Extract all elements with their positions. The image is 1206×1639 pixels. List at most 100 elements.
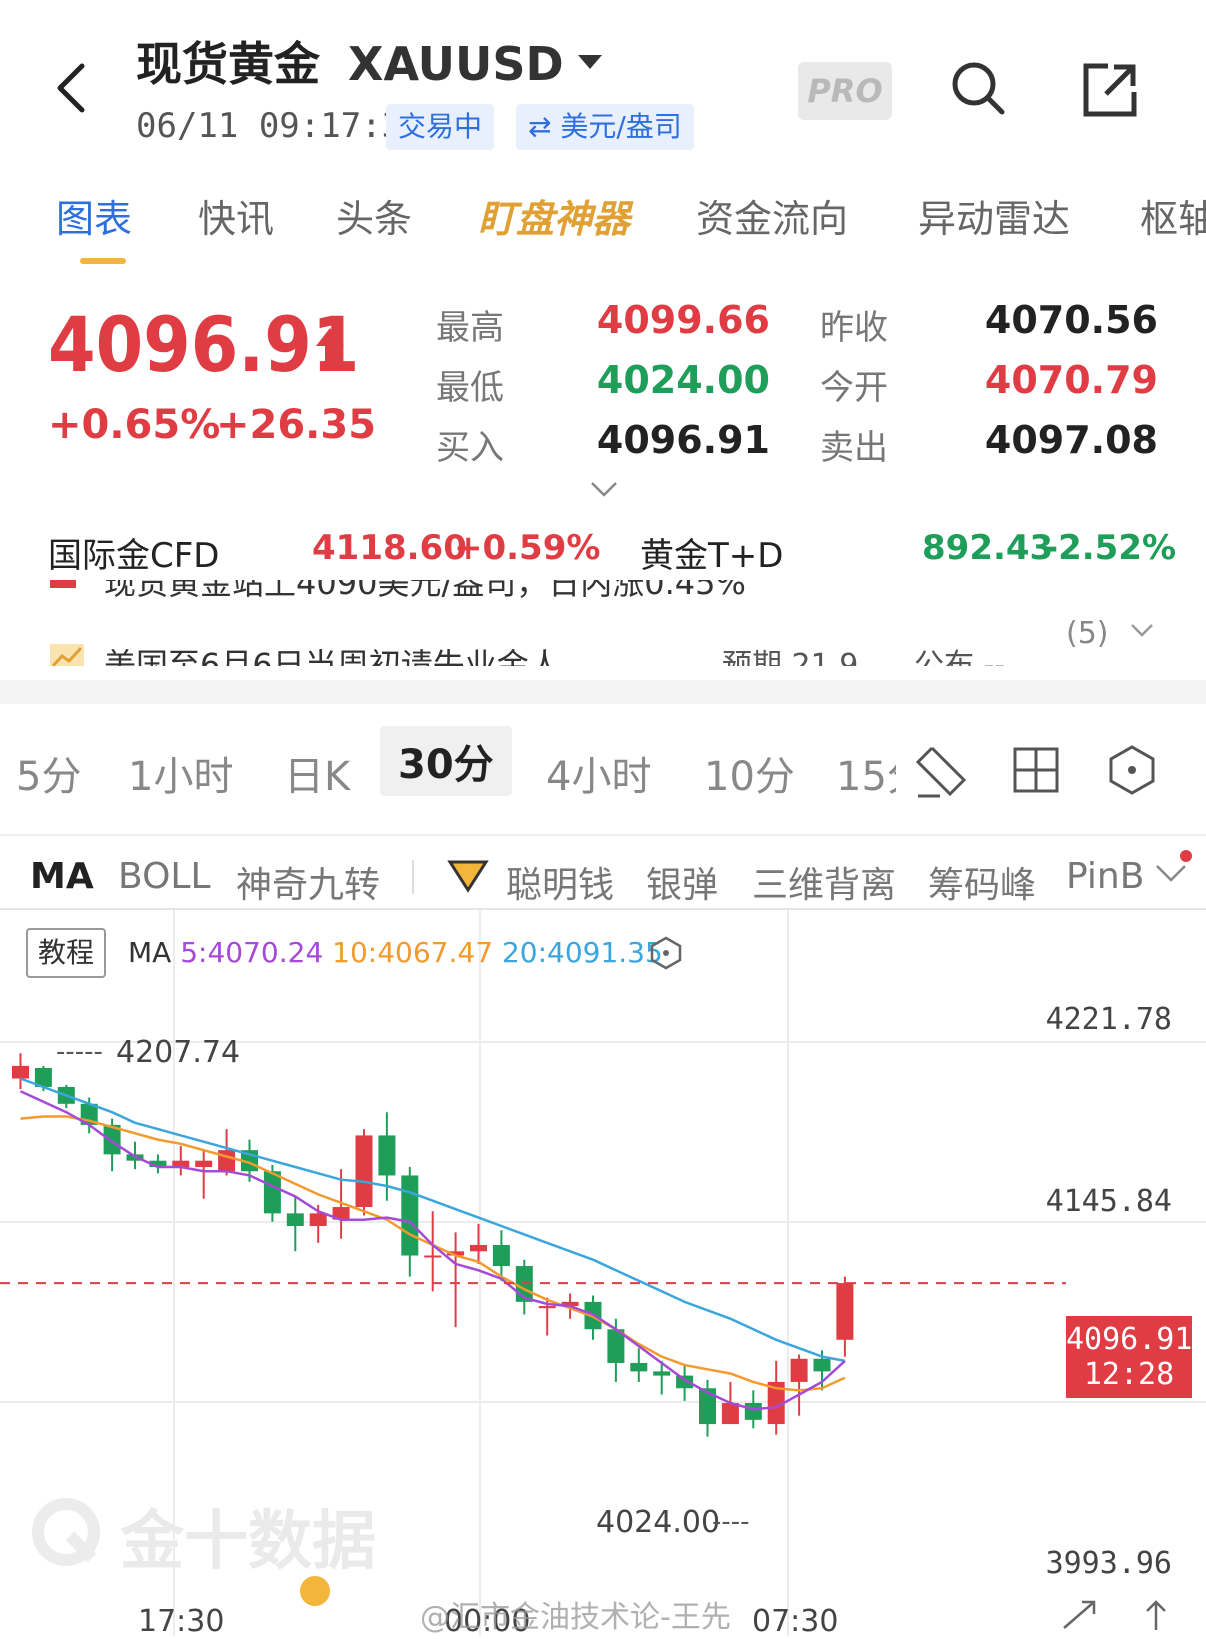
caret-down-icon [577, 54, 602, 69]
timeframe-1h[interactable]: 1小时 [128, 744, 233, 802]
timeframe-4h[interactable]: 4小时 [546, 744, 651, 802]
candle-body [401, 1175, 419, 1256]
timeframe-daily[interactable]: 日K [284, 744, 350, 802]
candle-body [492, 1244, 510, 1267]
last-price-tag-value: 4096.91 [1066, 1322, 1193, 1357]
related-change-2: -2.52% [1044, 528, 1177, 568]
y-tick-bottom: 3993.96 [1045, 1546, 1172, 1581]
high-marker: 4207.74 [116, 1035, 240, 1070]
candle-body [790, 1358, 808, 1382]
indicator-boll[interactable]: BOLL [118, 856, 211, 897]
news-line-1: 现货黄金站上4090美元/盎司，日内涨0.45% [104, 580, 746, 602]
news-count: (5) [1066, 616, 1109, 651]
tutorial-button[interactable]: 教程 [26, 928, 106, 978]
fullscreen-button[interactable] [1060, 1598, 1100, 1636]
indicator-ma[interactable]: MA [30, 856, 94, 897]
ma5-value: 5:4070.24 [180, 936, 324, 969]
candle-countdown: 12:28 [1083, 1357, 1175, 1392]
candle-body [424, 1255, 442, 1258]
candle-body [195, 1160, 213, 1168]
indicator-pinbar[interactable]: PinB [1066, 856, 1150, 897]
timeframe-15m[interactable]: 15分 [836, 744, 896, 802]
tab-pivot[interactable]: 枢轴 [1140, 188, 1206, 243]
indicator-divergence[interactable]: 三维背离 [752, 856, 896, 908]
chevron-left-icon [57, 63, 85, 113]
notification-dot [1180, 850, 1192, 862]
tab-headlines[interactable]: 头条 [336, 188, 412, 243]
expand-icon [1063, 1600, 1096, 1629]
event-dot[interactable] [300, 1576, 330, 1606]
tab-monitor-tool[interactable]: 盯盘神器 [478, 188, 630, 243]
news-expected: 预期 21.9 [722, 648, 859, 666]
candle-body [355, 1135, 373, 1208]
ma-legend: MA 5:4070.24 10:4067.47 20:4091.35 [128, 936, 663, 969]
search-icon [952, 62, 1005, 115]
x-tick-3: 07:30 [752, 1604, 839, 1639]
candle-body [309, 1213, 327, 1227]
timeframe-30m[interactable]: 30分 [380, 726, 512, 796]
timeframe-10m[interactable]: 10分 [704, 744, 795, 802]
last-price: 4096.91 [48, 300, 360, 389]
low-label: 最低 [436, 368, 504, 408]
back-button[interactable] [52, 60, 92, 116]
tab-radar[interactable]: 异动雷达 [918, 188, 1070, 243]
candle-body [286, 1213, 304, 1227]
toolbar-divider [0, 834, 1206, 836]
search-button[interactable] [950, 60, 1006, 120]
news-flag-icon [50, 580, 76, 588]
candle-body [721, 1402, 739, 1425]
candle-body [653, 1371, 671, 1376]
arrow-up-icon [1146, 1600, 1166, 1630]
prev-close-label: 昨收 [820, 308, 888, 348]
grid-icon [1013, 747, 1059, 793]
indicator-magic-nine[interactable]: 神奇九转 [236, 856, 380, 908]
candle-body [813, 1358, 831, 1372]
indicator-smart-money[interactable]: 聪明钱 [506, 856, 614, 908]
share-button[interactable] [1082, 62, 1138, 122]
ma-settings-button[interactable] [650, 936, 682, 974]
high-value: 4099.66 [596, 298, 770, 342]
candle-body [744, 1402, 762, 1420]
candle-body [836, 1283, 854, 1340]
settings-button[interactable] [1108, 744, 1156, 800]
ma10-value: 10:4067.47 [332, 936, 494, 969]
expand-quote-button[interactable] [590, 480, 618, 502]
indicator-silver-bullet[interactable]: 银弹 [646, 856, 718, 908]
related-price-1: 4118.60 [312, 528, 467, 568]
quote-timestamp: 06/11 09:17:32 [136, 106, 423, 146]
news-line-2: 美国至6月6日当周初请失业金人 [104, 646, 561, 666]
scroll-to-latest-button[interactable] [1144, 1598, 1168, 1636]
calendar-trend-icon [50, 644, 84, 666]
x-tick-1: 17:30 [138, 1604, 225, 1639]
related-price-2: 892.43 [922, 528, 1054, 568]
indicator-more-button[interactable] [1154, 862, 1188, 888]
chevron-down-icon [1130, 622, 1154, 642]
instrument-name: 现货黄金 [136, 37, 320, 91]
unit-toggle-badge[interactable]: ⇄ 美元/盎司 [516, 104, 694, 150]
prev-close-value: 4070.56 [984, 298, 1158, 342]
tab-fund-flow[interactable]: 资金流向 [696, 188, 848, 243]
related-change-1: +0.59% [454, 528, 601, 568]
layout-button[interactable] [1012, 746, 1060, 798]
tab-chart[interactable]: 图表 [56, 188, 132, 243]
related-name-2[interactable]: 黄金T+D [640, 528, 783, 577]
ma20-value: 20:4091.35 [501, 936, 663, 969]
instrument-symbol: XAUUSD [348, 37, 564, 91]
instrument-title[interactable]: 现货黄金 XAUUSD [136, 28, 602, 94]
candle-body [630, 1362, 648, 1372]
status-badge: 交易中 [386, 104, 495, 150]
active-tab-indicator [80, 258, 126, 264]
change-absolute: +26.35 [216, 402, 377, 448]
arrow-up-icon [314, 326, 346, 374]
news-ticker[interactable]: 现货黄金站上4090美元/盎司，日内涨0.45% 美国至6月6日当周初请失业金人… [0, 580, 1206, 666]
indicator-divider [412, 860, 414, 894]
timeframe-5m[interactable]: 5分 [16, 744, 81, 802]
pro-button[interactable]: PRO [798, 62, 892, 120]
related-name-1[interactable]: 国际金CFD [48, 528, 219, 577]
hexagon-settings-icon [1109, 745, 1155, 795]
open-value: 4070.79 [984, 358, 1158, 402]
indicator-chip-peak[interactable]: 筹码峰 [928, 856, 1036, 908]
draw-tool-button[interactable] [914, 744, 970, 804]
tab-flash-news[interactable]: 快讯 [198, 188, 274, 243]
candle-body [378, 1135, 396, 1176]
